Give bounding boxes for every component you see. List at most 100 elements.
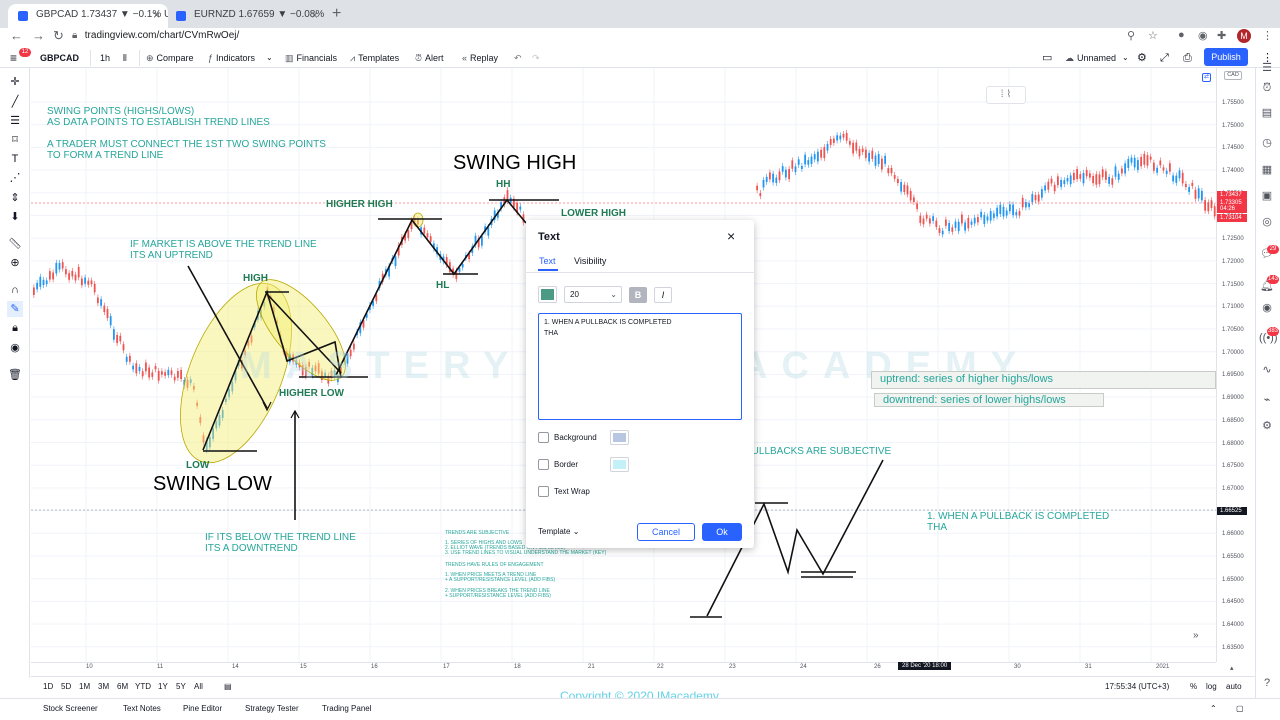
time-scale[interactable] bbox=[31, 662, 1216, 676]
layout-icon[interactable]: ▭ bbox=[1042, 50, 1052, 66]
goto-date-icon[interactable]: ▤ bbox=[224, 682, 232, 691]
undo-icon[interactable]: ↶ bbox=[514, 50, 522, 66]
watchlist-icon[interactable]: ☰ bbox=[1259, 60, 1275, 76]
fullscreen-icon[interactable]: ⤢ bbox=[1160, 50, 1169, 66]
text-color-swatch[interactable] bbox=[538, 286, 557, 303]
ideas-icon[interactable]: ▣ bbox=[1259, 188, 1275, 204]
range-button[interactable]: All bbox=[194, 682, 203, 691]
range-button[interactable]: 1D bbox=[43, 682, 53, 691]
prediction-icon[interactable]: ⇕ bbox=[7, 190, 23, 206]
gear-icon[interactable]: ⚙︎ bbox=[1137, 50, 1147, 66]
streams-icon[interactable]: ◎ bbox=[1259, 214, 1275, 230]
layout-dropdown-icon[interactable]: ⌄ bbox=[1122, 50, 1129, 66]
alert-button[interactable]: ⏰︎ Alert bbox=[415, 50, 444, 66]
forward-icon[interactable]: → bbox=[32, 28, 45, 44]
range-button[interactable]: 3M bbox=[98, 682, 109, 691]
clock[interactable]: 17:55:34 (UTC+3) bbox=[1105, 682, 1169, 691]
scale-toggle-icon[interactable]: ⇄ bbox=[1202, 73, 1211, 82]
trend-line-icon[interactable]: ╱ bbox=[7, 94, 23, 110]
reload-icon[interactable]: ↻ bbox=[53, 28, 64, 44]
cancel-button[interactable]: Cancel bbox=[637, 523, 695, 541]
range-button[interactable]: 5D bbox=[61, 682, 71, 691]
brush-icon[interactable]: ⌑ bbox=[7, 132, 23, 148]
alerts-icon[interactable]: ⏰︎ bbox=[1259, 80, 1275, 96]
crosshair-icon[interactable]: ✛ bbox=[7, 74, 23, 90]
close-icon[interactable]: × bbox=[153, 4, 160, 26]
calendar-icon[interactable]: ▦ bbox=[1259, 162, 1275, 178]
floating-drawing-toolbar[interactable]: ⁞ ⌇ bbox=[986, 86, 1026, 104]
browser-tab-eurnzd[interactable]: EURNZD 1.67659 ▼ −0.08% U × bbox=[166, 4, 326, 28]
text-wrap-checkbox[interactable] bbox=[538, 486, 549, 497]
indicators-button[interactable]: ƒ Indicators bbox=[208, 50, 255, 66]
templates-button[interactable]: ⩘ Templates bbox=[350, 50, 399, 66]
range-button[interactable]: 1Y bbox=[158, 682, 168, 691]
camera-icon[interactable]: ⎙ bbox=[1183, 50, 1192, 66]
italic-toggle[interactable]: I bbox=[654, 287, 672, 303]
lock-icon[interactable]: 🔒︎ bbox=[7, 320, 23, 336]
close-icon[interactable]: × bbox=[727, 228, 735, 244]
background-checkbox[interactable] bbox=[538, 432, 549, 443]
tab-strategy-tester[interactable]: Strategy Tester bbox=[245, 704, 299, 713]
zoom-icon[interactable]: ⊕ bbox=[7, 255, 23, 271]
bold-toggle[interactable]: B bbox=[629, 287, 647, 303]
kebab-menu-icon[interactable]: ⋮ bbox=[1262, 29, 1273, 42]
range-button[interactable]: 5Y bbox=[176, 682, 186, 691]
ruler-icon[interactable]: 📏︎ bbox=[7, 236, 23, 252]
template-dropdown[interactable]: Template ⌄ bbox=[538, 525, 598, 539]
extension-icon[interactable]: ● bbox=[1178, 29, 1185, 41]
settings-icon[interactable]: ⚙︎ bbox=[1259, 418, 1275, 434]
tab-trading-panel[interactable]: Trading Panel bbox=[322, 704, 372, 713]
chart-icon[interactable]: ∿ bbox=[1259, 362, 1275, 378]
font-size-select[interactable]: 20 ⌄ bbox=[564, 286, 622, 303]
range-button[interactable]: 1M bbox=[79, 682, 90, 691]
pattern-icon[interactable]: ⋰ bbox=[7, 170, 23, 186]
interval-button[interactable]: 1h bbox=[100, 50, 110, 66]
text-icon[interactable]: T bbox=[7, 151, 23, 167]
avatar[interactable]: M bbox=[1237, 29, 1251, 43]
magnet-icon[interactable]: ∩ bbox=[7, 282, 23, 298]
collapse-icon[interactable]: ⌃ bbox=[1210, 704, 1217, 713]
log-toggle[interactable]: log bbox=[1206, 682, 1217, 691]
ok-button[interactable]: Ok bbox=[702, 523, 742, 541]
arrow-down-icon[interactable]: ⬇︎ bbox=[7, 209, 23, 225]
indicators-dropdown-icon[interactable]: ⌄ bbox=[266, 50, 273, 66]
symbol-search[interactable]: GBPCAD bbox=[40, 50, 79, 66]
hotlist-icon[interactable]: ◷ bbox=[1259, 135, 1275, 151]
background-color-swatch[interactable] bbox=[610, 430, 629, 445]
percent-toggle[interactable]: % bbox=[1190, 682, 1197, 691]
scroll-right-icon[interactable]: » bbox=[1193, 630, 1199, 641]
new-tab-icon[interactable]: + bbox=[332, 5, 341, 23]
search-icon[interactable]: ⚲ bbox=[1127, 29, 1135, 42]
extension-icon[interactable]: ◉ bbox=[1198, 29, 1208, 42]
range-button[interactable]: YTD bbox=[135, 682, 151, 691]
maximize-icon[interactable]: ▢ bbox=[1236, 704, 1244, 713]
help-icon[interactable]: ? bbox=[1259, 675, 1275, 691]
border-checkbox[interactable] bbox=[538, 459, 549, 470]
tab-pine-editor[interactable]: Pine Editor bbox=[183, 704, 222, 713]
compare-button[interactable]: ⊕ Compare bbox=[146, 50, 194, 66]
scroll-to-start-icon[interactable]: ▴ bbox=[1230, 664, 1234, 672]
range-button[interactable]: 6M bbox=[117, 682, 128, 691]
browser-tab-gbpcad[interactable]: GBPCAD 1.73437 ▼ −0.1% Un × bbox=[8, 4, 168, 28]
financials-button[interactable]: ▥ Financials bbox=[285, 50, 337, 66]
stay-in-drawing-icon[interactable]: ✎ bbox=[7, 301, 23, 317]
flow-icon[interactable]: ⌁ bbox=[1259, 392, 1275, 408]
data-window-icon[interactable]: ▤ bbox=[1259, 105, 1275, 121]
star-icon[interactable]: ☆ bbox=[1148, 29, 1158, 42]
publish-button[interactable]: Publish bbox=[1204, 48, 1248, 66]
eye-icon[interactable]: ◉ bbox=[7, 340, 23, 356]
redo-icon[interactable]: ↷ bbox=[532, 50, 540, 66]
fib-icon[interactable]: ☰ bbox=[7, 113, 23, 129]
back-icon[interactable]: ← bbox=[10, 28, 23, 44]
border-color-swatch[interactable] bbox=[610, 457, 629, 472]
tab-visibility[interactable]: Visibility bbox=[574, 256, 606, 266]
chart-type-icon[interactable]: ⫴ bbox=[123, 50, 127, 66]
tab-stock-screener[interactable]: Stock Screener bbox=[43, 704, 98, 713]
tab-text[interactable]: Text bbox=[539, 256, 556, 266]
tab-text-notes[interactable]: Text Notes bbox=[123, 704, 161, 713]
layout-name-button[interactable]: ☁︎ Unnamed bbox=[1065, 50, 1116, 66]
replay-button[interactable]: «Replay bbox=[462, 50, 498, 66]
auto-toggle[interactable]: auto bbox=[1226, 682, 1242, 691]
menu-icon[interactable]: ≡ bbox=[10, 50, 17, 66]
broadcast-icon[interactable]: ◉ bbox=[1259, 300, 1275, 316]
